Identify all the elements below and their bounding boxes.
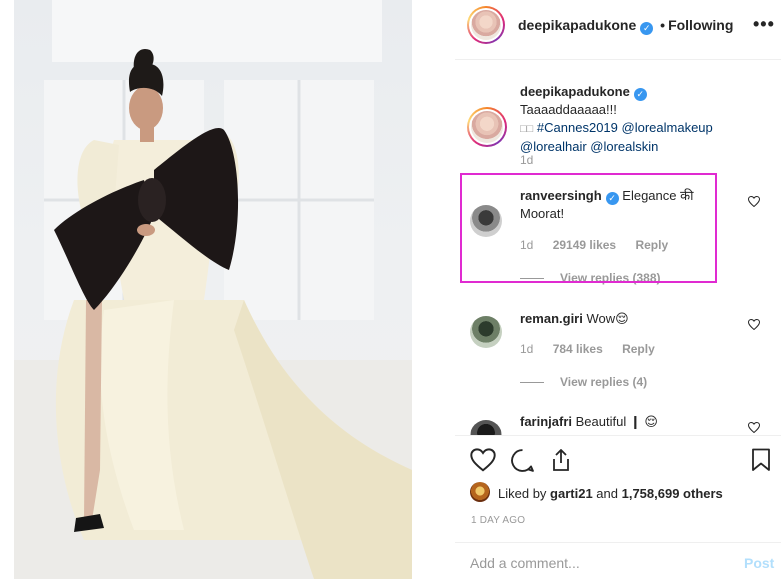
caption-glyphs: □□ xyxy=(520,123,534,135)
heart-icon[interactable] xyxy=(748,422,760,433)
comment-meta: 1d 29149 likes Reply xyxy=(520,238,684,252)
replies-divider xyxy=(520,278,544,280)
comment-avatar[interactable] xyxy=(470,420,502,435)
view-replies-button[interactable]: View replies (4) xyxy=(520,375,647,389)
comment-username[interactable]: reman.giri xyxy=(520,311,583,326)
comment-input[interactable] xyxy=(470,553,720,573)
comment-body: Beautiful ❙ 😌 xyxy=(575,414,658,429)
post-button[interactable]: Post xyxy=(744,555,774,571)
verified-icon: ✓ xyxy=(640,22,654,35)
author-line: deepikapadukone ✓ • Following xyxy=(518,17,733,35)
reply-button[interactable]: Reply xyxy=(622,342,655,356)
comment-username[interactable]: farinjafri xyxy=(520,414,572,429)
post-photo[interactable] xyxy=(14,0,412,579)
caption-text: deepikapadukone ✓ Taaaaddaaaaa!!! □□ #Can… xyxy=(520,83,735,156)
hashtag-link[interactable]: #Cannes2019 xyxy=(537,120,618,135)
author-username[interactable]: deepikapadukone xyxy=(518,17,636,33)
comment-text: farinjafri Beautiful ❙ 😌 xyxy=(520,413,735,431)
heart-icon[interactable] xyxy=(748,319,760,330)
comment-time[interactable]: 1d xyxy=(520,342,533,356)
bookmark-icon[interactable] xyxy=(751,448,771,472)
liked-by-mid: and xyxy=(592,486,622,501)
comment-avatar[interactable] xyxy=(470,316,502,348)
verified-icon: ✓ xyxy=(633,88,647,101)
photo-illustration xyxy=(14,0,412,579)
verified-icon: ✓ xyxy=(605,192,619,205)
comment-icon[interactable] xyxy=(510,448,535,473)
comment-username[interactable]: ranveersingh xyxy=(520,188,602,203)
following-button[interactable]: Following xyxy=(668,17,733,33)
view-replies-label: View replies (4) xyxy=(560,375,648,389)
author-avatar[interactable] xyxy=(467,6,505,44)
follow-separator: • xyxy=(660,17,666,33)
view-replies-button[interactable]: View replies (388) xyxy=(520,271,661,285)
comment-text: ranveersingh ✓ Elegance की Moorat! xyxy=(520,187,735,223)
comment-time[interactable]: 1d xyxy=(520,238,533,252)
comment-meta: 1d 784 likes Reply xyxy=(520,342,671,356)
more-icon[interactable]: ••• xyxy=(753,14,775,35)
caption-avatar[interactable] xyxy=(467,107,507,147)
liked-by-avatar[interactable] xyxy=(470,482,490,502)
comment-likes[interactable]: 29149 likes xyxy=(553,238,616,252)
caption-time[interactable]: 1d xyxy=(520,153,533,167)
post-timestamp[interactable]: 1 DAY AGO xyxy=(471,515,525,526)
replies-divider xyxy=(520,382,544,384)
heart-icon[interactable] xyxy=(748,196,760,207)
comment-body: Wow😌 xyxy=(586,311,629,326)
liked-by-count[interactable]: 1,758,699 others xyxy=(622,486,723,501)
caption-body: Taaaaddaaaaa!!! xyxy=(520,102,617,117)
post-sidebar: deepikapadukone ✓ • Following ••• deepikap… xyxy=(455,0,781,579)
like-heart-icon[interactable] xyxy=(470,448,496,472)
liked-by-user[interactable]: garti21 xyxy=(550,486,593,501)
action-bar: Liked by garti21 and 1,758,699 others 1 … xyxy=(455,435,781,579)
caption-meta: 1d xyxy=(520,153,549,167)
liked-by-prefix: Liked by xyxy=(498,486,551,501)
comment-avatar[interactable] xyxy=(470,205,502,237)
reply-button[interactable]: Reply xyxy=(635,238,668,252)
comment-composer: Post xyxy=(455,542,781,579)
post-header: deepikapadukone ✓ • Following ••• xyxy=(455,0,781,60)
caption-username[interactable]: deepikapadukone xyxy=(520,84,630,99)
comment-text: reman.giri Wow😌 xyxy=(520,310,735,328)
liked-by: Liked by garti21 and 1,758,699 others xyxy=(498,486,723,501)
comment-likes[interactable]: 784 likes xyxy=(553,342,603,356)
share-icon[interactable] xyxy=(549,448,573,472)
view-replies-label: View replies (388) xyxy=(560,271,661,285)
comments-list[interactable]: deepikapadukone ✓ Taaaaddaaaaa!!! □□ #Can… xyxy=(455,61,781,435)
